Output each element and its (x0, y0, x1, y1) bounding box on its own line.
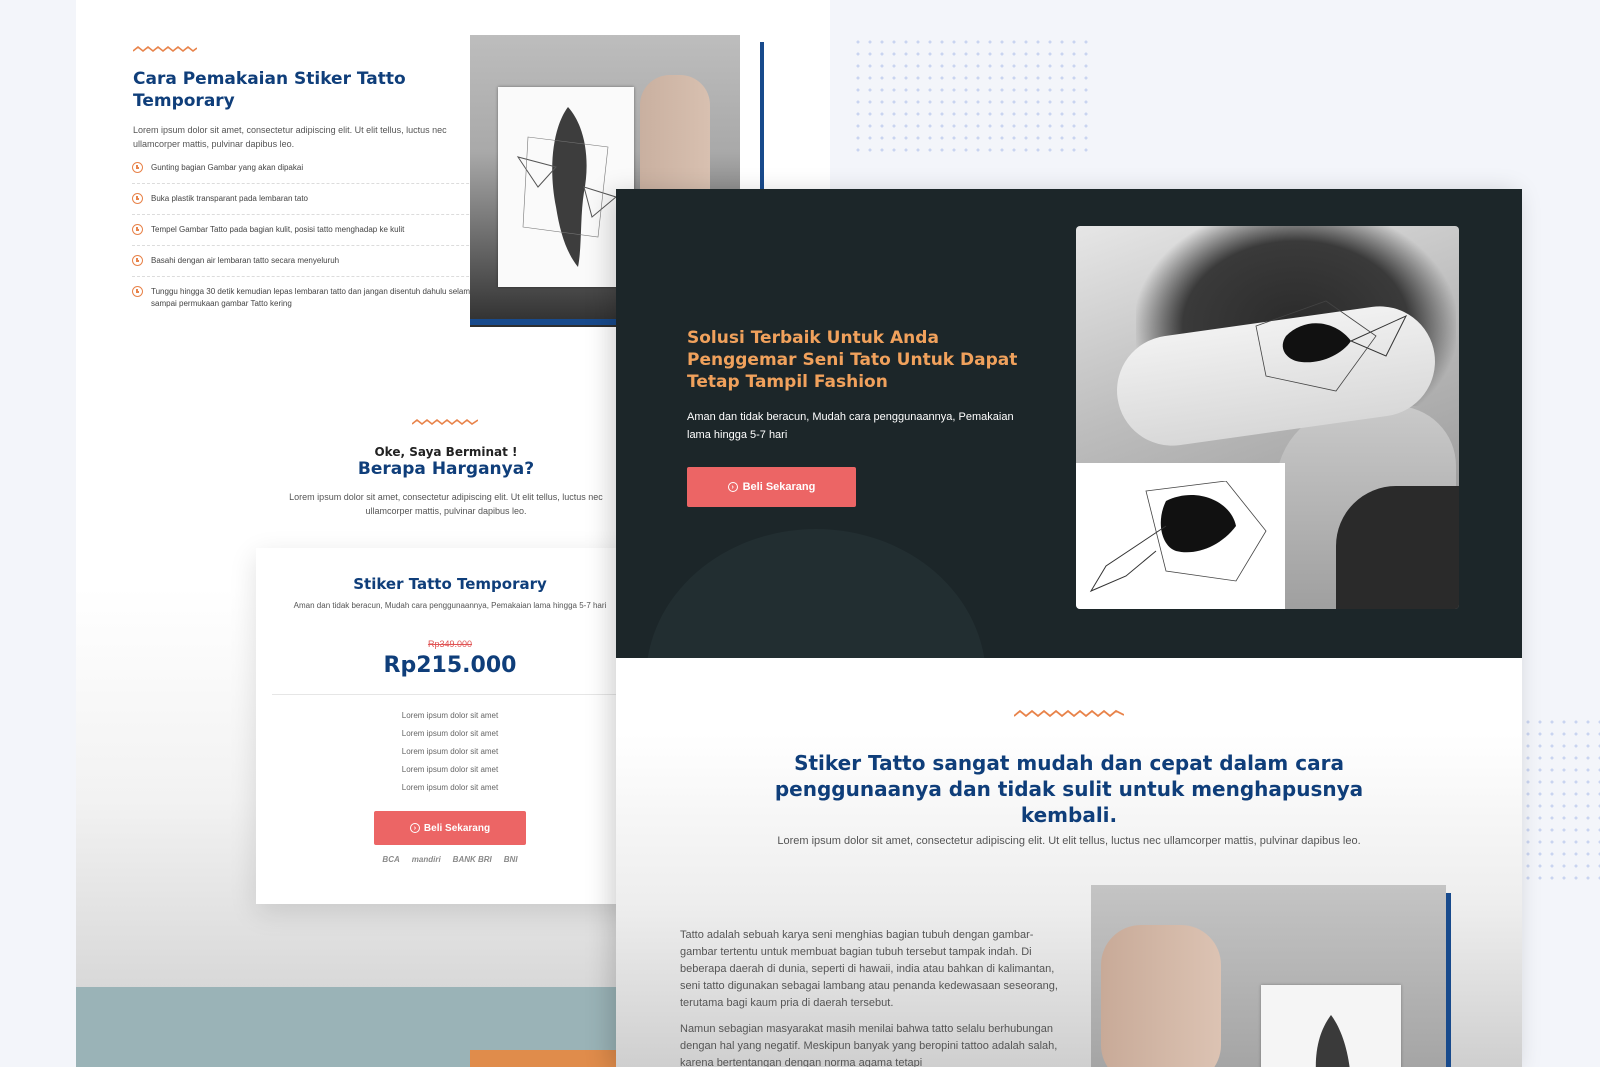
whale-illustration-icon (1315, 1015, 1350, 1067)
feature-item: Lorem ipsum dolor sit amet (401, 729, 499, 738)
feature-list: Lorem ipsum dolor sit amet Lorem ipsum d… (256, 707, 644, 797)
clock-icon (132, 193, 143, 204)
wave-divider-icon (412, 418, 478, 426)
arm-image (1101, 925, 1221, 1067)
bank-logo-bca: BCA (382, 855, 400, 864)
buy-now-label: Beli Sekarang (423, 822, 491, 834)
bank-logo-bni: BNI (503, 855, 518, 864)
divider (272, 694, 628, 695)
hero-buy-now-button[interactable]: › Beli Sekarang (687, 467, 856, 507)
clock-icon (132, 286, 143, 297)
dot-pattern-right (1522, 716, 1600, 886)
step-item: Gunting bagian Gambar yang akan dipakai (132, 159, 524, 184)
pricing-card: Stiker Tatto Temporary Aman dan tidak be… (256, 548, 644, 904)
feature-item: Lorem ipsum dolor sit amet (401, 747, 499, 756)
step-item: Tempel Gambar Tatto pada bagian kulit, p… (132, 221, 524, 246)
step-item: Buka plastik transparant pada lembaran t… (132, 190, 524, 215)
hero-title: Solusi Terbaik Untuk Anda Penggemar Seni… (687, 328, 1018, 392)
accent-bar (470, 319, 620, 325)
old-price: Rp349.000 (427, 639, 473, 649)
pricing-intro: Lorem ipsum dolor sit amet, consectetur … (289, 492, 603, 516)
clock-icon (132, 224, 143, 235)
step-item: Basahi dengan air lembaran tatto secara … (132, 252, 524, 277)
current-price: Rp215.000 (383, 653, 517, 678)
front-landing-page: Solusi Terbaik Untuk Anda Penggemar Seni… (616, 189, 1522, 1067)
hero-subtitle: Aman dan tidak beracun, Mudah cara pengg… (687, 411, 1014, 441)
wave-divider-icon (1014, 709, 1124, 718)
footer-accent (470, 1050, 620, 1067)
product-title: Stiker Tatto Temporary (353, 575, 547, 593)
clock-icon (132, 255, 143, 266)
feature-item: Lorem ipsum dolor sit amet (401, 711, 499, 720)
step-text: Tunggu hingga 30 detik kemudian lepas le… (151, 287, 508, 308)
steps-intro: Lorem ipsum dolor sit amet, consectetur … (133, 125, 447, 149)
bank-logo-bri: BANK BRI (452, 855, 492, 864)
step-text: Basahi dengan air lembaran tatto secara … (151, 256, 340, 265)
step-text: Tempel Gambar Tatto pada bagian kulit, p… (151, 225, 405, 234)
bank-logos: BCA mandiri BANK BRI BNI (256, 855, 644, 864)
orca-tattoo-icon (1255, 300, 1408, 392)
product-subtitle: Aman dan tidak beracun, Mudah cara pengg… (293, 601, 607, 610)
whale-sticker-sheet (498, 87, 634, 287)
steps-list: Gunting bagian Gambar yang akan dipakai … (132, 159, 524, 325)
pricing-title: Berapa Harganya? (357, 459, 535, 479)
accent-bar (760, 42, 764, 192)
dot-pattern-top-right (852, 36, 1092, 154)
pricing-kicker: Oke, Saya Berminat ! (374, 445, 518, 459)
usage-section-title: Stiker Tatto sangat mudah dan cepat dala… (774, 751, 1364, 827)
body-paragraph: Namun sebagian masyarakat masih menilai … (680, 1023, 1058, 1067)
hero-background-shape (646, 529, 986, 658)
arrow-circle-icon: › (409, 823, 420, 833)
feature-item: Lorem ipsum dolor sit amet (401, 783, 499, 792)
step-text: Gunting bagian Gambar yang akan dipakai (151, 163, 304, 172)
accent-bar (1446, 893, 1451, 1067)
tattoo-arm-photo (1091, 885, 1446, 1067)
step-item: Tunggu hingga 30 detik kemudian lepas le… (132, 283, 524, 319)
body-paragraph: Tatto adalah sebuah karya seni menghias … (680, 929, 1058, 1009)
arrow-circle-icon: › (727, 482, 738, 492)
whale-sticker-sheet (1261, 985, 1401, 1067)
whale-illustration-icon (516, 107, 618, 267)
usage-section-intro: Lorem ipsum dolor sit amet, consectetur … (777, 835, 1361, 847)
steps-title: Cara Pemakaian Stiker Tatto Temporary (133, 69, 406, 111)
step-text: Buka plastik transparant pada lembaran t… (151, 194, 308, 203)
bank-logo-mandiri: mandiri (411, 855, 441, 864)
wave-divider-icon (133, 45, 197, 53)
clock-icon (132, 162, 143, 173)
usage-body: Tatto adalah sebuah karya seni menghias … (680, 927, 1062, 1067)
hero-image (1076, 226, 1459, 609)
model-shoulder (1336, 486, 1459, 609)
hero-section: Solusi Terbaik Untuk Anda Penggemar Seni… (616, 189, 1522, 658)
buy-now-button[interactable]: › Beli Sekarang (374, 811, 526, 845)
orca-illustration-icon (1089, 481, 1267, 593)
hero-buy-now-label: Beli Sekarang (742, 481, 816, 493)
feature-item: Lorem ipsum dolor sit amet (401, 765, 499, 774)
